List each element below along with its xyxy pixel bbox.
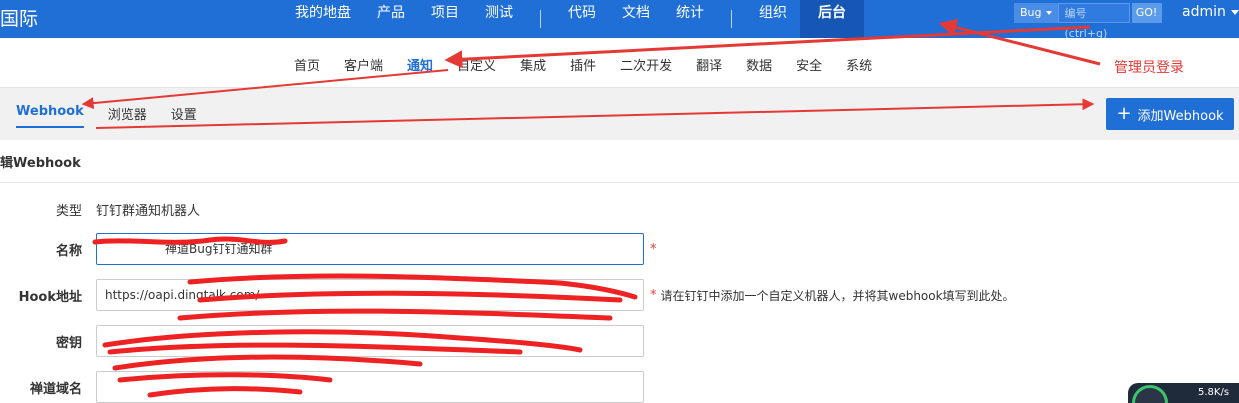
panel-title: 辑Webhook	[0, 156, 81, 171]
domain-input[interactable]	[96, 371, 644, 403]
brand-logo[interactable]: 国际	[0, 4, 38, 31]
row-hook: Hook地址 https://oapi.dingtalk.com/ * 请在钉钉…	[0, 279, 1239, 311]
nav-doc[interactable]: 文档	[609, 0, 663, 38]
add-webhook-label: 添加Webhook	[1137, 108, 1224, 124]
hook-url-value: https://oapi.dingtalk.com/	[105, 288, 260, 302]
domain-label: 禅道域名	[29, 381, 82, 397]
hook-url-input[interactable]: https://oapi.dingtalk.com/	[96, 279, 644, 311]
edit-webhook-panel: 辑Webhook 类型 钉钉群通知机器人 名称 禅道Bug钉钉通知群 * Hoo…	[0, 140, 1239, 403]
subnav-dev[interactable]: 二次开发	[608, 55, 684, 74]
network-speed-widget: 5.8K/s	[1128, 383, 1239, 403]
nav-admin[interactable]: 后台	[800, 0, 864, 38]
name-input-value: 禅道Bug钉钉通知群	[165, 242, 273, 256]
nav-my-dashboard[interactable]: 我的地盘	[282, 0, 364, 38]
subnav-integration[interactable]: 集成	[508, 55, 558, 74]
tab-browser[interactable]: 浏览器	[108, 104, 147, 128]
user-name: admin	[1182, 4, 1226, 20]
notify-tabbar: Webhook 浏览器 设置 + 添加Webhook	[0, 88, 1239, 140]
secret-input[interactable]	[96, 325, 644, 357]
tab-webhook[interactable]: Webhook	[16, 104, 84, 128]
nav-code[interactable]: 代码	[555, 0, 609, 38]
chevron-down-icon	[1045, 11, 1052, 15]
admin-subnav: 首页 客户端 通知 自定义 集成 插件 二次开发 翻译 数据 安全 系统 管理员…	[0, 38, 1239, 88]
row-secret: 密钥	[0, 325, 1239, 357]
subnav-data[interactable]: 数据	[734, 55, 784, 74]
subnav-security[interactable]: 安全	[784, 55, 834, 74]
type-label: 类型	[55, 204, 82, 219]
global-search: Bug 编号(ctrl+g) GO!	[1014, 3, 1162, 40]
nav-test[interactable]: 测试	[472, 0, 526, 38]
top-navbar: 国际 我的地盘 产品 项目 测试 代码 文档 统计 组织 后台 Bug 编号(c…	[0, 0, 1239, 40]
tab-settings[interactable]: 设置	[171, 104, 197, 128]
row-type: 类型 钉钉群通知机器人	[0, 200, 1239, 219]
name-input[interactable]: 禅道Bug钉钉通知群	[96, 233, 644, 265]
speed-ring-icon	[1132, 385, 1168, 403]
search-input[interactable]: 编号(ctrl+g)	[1057, 3, 1130, 40]
hook-label: Hook地址	[18, 289, 82, 305]
user-menu[interactable]: admin	[1182, 4, 1239, 20]
required-mark: *	[650, 287, 657, 303]
search-type-label: Bug	[1020, 6, 1042, 19]
nav-divider	[540, 10, 541, 28]
subnav-plugins[interactable]: 插件	[558, 55, 608, 74]
divider	[0, 182, 1239, 183]
required-mark: *	[650, 241, 657, 257]
row-name: 名称 禅道Bug钉钉通知群 *	[0, 233, 1239, 265]
plus-icon: +	[1116, 103, 1132, 124]
chevron-down-icon	[1230, 9, 1239, 15]
type-value: 钉钉群通知机器人	[96, 204, 201, 219]
go-button[interactable]: GO!	[1131, 3, 1162, 23]
add-webhook-button[interactable]: + 添加Webhook	[1106, 98, 1234, 130]
secret-label: 密钥	[55, 335, 82, 351]
nav-stats[interactable]: 统计	[663, 0, 717, 38]
subnav-system[interactable]: 系统	[834, 55, 884, 74]
name-label: 名称	[55, 243, 82, 259]
nav-project[interactable]: 项目	[418, 0, 472, 38]
main-nav: 我的地盘 产品 项目 测试 代码 文档 统计 组织 后台	[282, 0, 864, 38]
subnav-client[interactable]: 客户端	[332, 55, 395, 74]
nav-org[interactable]: 组织	[746, 0, 800, 38]
subnav-custom[interactable]: 自定义	[445, 55, 508, 74]
nav-product[interactable]: 产品	[364, 0, 418, 38]
search-type-select[interactable]: Bug	[1014, 3, 1058, 23]
subnav-home[interactable]: 首页	[282, 55, 332, 74]
subnav-translate[interactable]: 翻译	[684, 55, 734, 74]
annotation-admin-login: 管理员登录	[1114, 60, 1184, 76]
subnav-notify[interactable]: 通知	[395, 55, 445, 74]
nav-divider	[731, 10, 732, 28]
row-domain: 禅道域名	[0, 371, 1239, 403]
hook-hint: 请在钉钉中添加一个自定义机器人，并将其webhook填写到此处。	[660, 288, 1015, 303]
network-rate: 5.8K/s	[1198, 387, 1230, 398]
